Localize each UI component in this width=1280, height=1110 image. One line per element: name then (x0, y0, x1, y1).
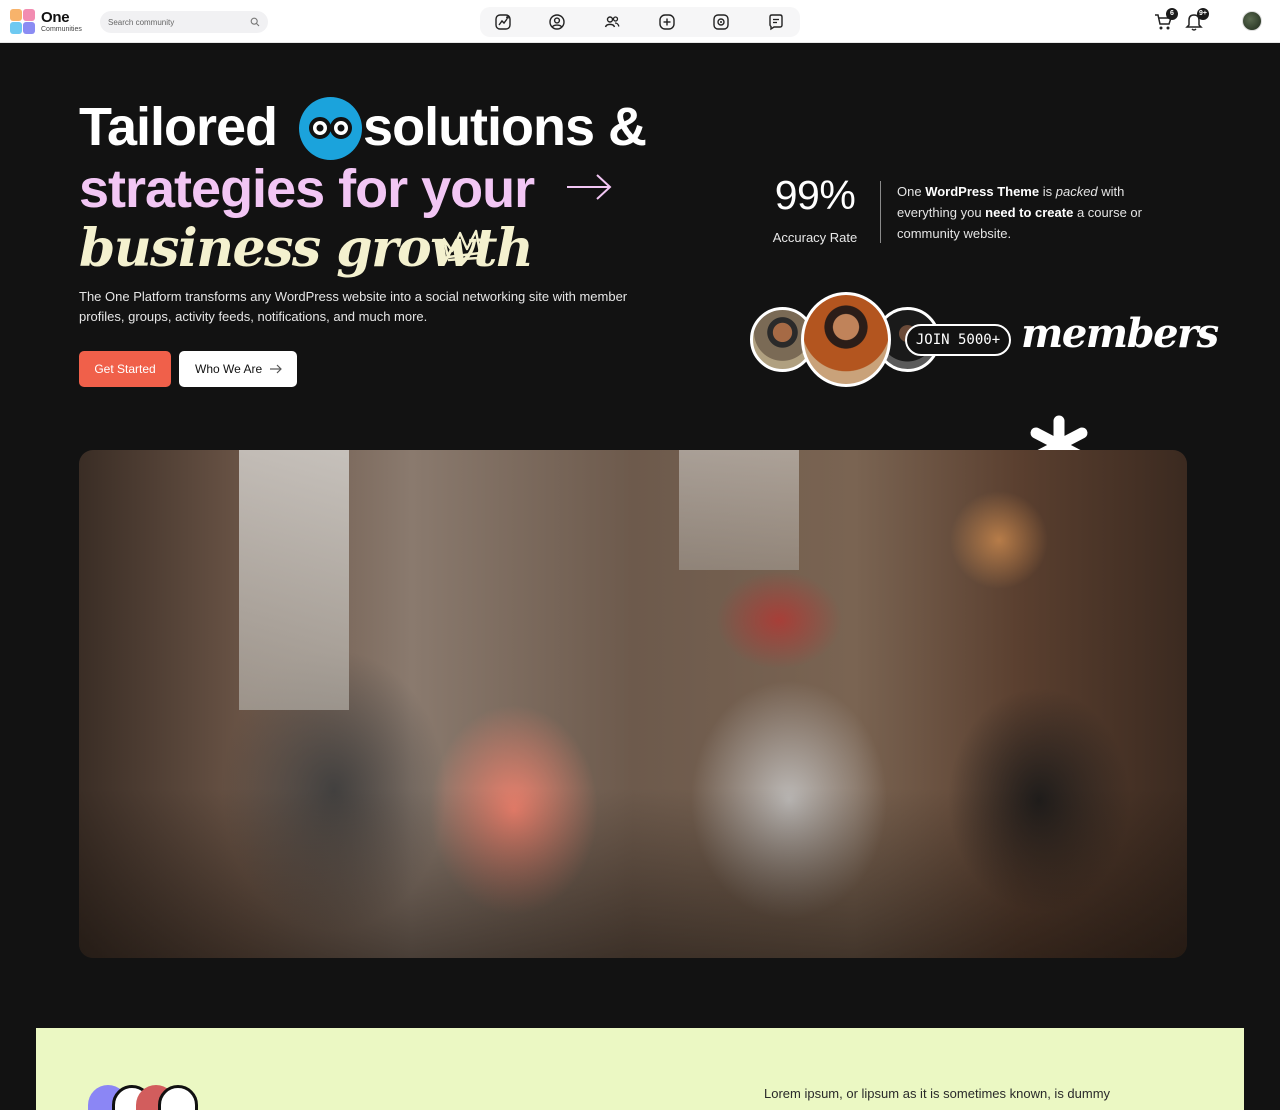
accuracy-label: Accuracy Rate (772, 230, 858, 245)
hero-title-line-1: Tailored solutions & (79, 96, 647, 158)
hero-title-line-2: strategies for your (79, 159, 535, 219)
crown-icon (442, 229, 482, 262)
lower-section: Lorem ipsum, or lipsum as it is sometime… (36, 1028, 1244, 1110)
theme-description: One WordPress Theme is packed with every… (897, 184, 1142, 241)
get-started-button[interactable]: Get Started (79, 351, 171, 387)
header-actions: 6 9+ (1152, 8, 1264, 36)
lower-section-text: Lorem ipsum, or lipsum as it is sometime… (764, 1086, 1111, 1101)
main-nav (480, 7, 800, 37)
stat-divider (880, 181, 881, 243)
community-group-photo (79, 450, 1187, 958)
cart-button[interactable]: 6 (1152, 8, 1178, 32)
cart-count-badge: 6 (1166, 8, 1178, 20)
activity-icon[interactable] (494, 13, 512, 31)
arrow-right-icon (270, 364, 282, 374)
who-we-are-label: Who We Are (195, 362, 263, 376)
brand-tagline: Communities (41, 26, 82, 33)
site-logo[interactable]: One Communities (10, 8, 92, 36)
notifications-count-badge: 9+ (1197, 8, 1209, 20)
logo-mark-icon (10, 9, 36, 35)
notifications-button[interactable]: 9+ (1183, 8, 1209, 32)
hero-title-word-tailored: Tailored (79, 97, 278, 157)
brand-name: One (41, 9, 70, 26)
groups-icon[interactable] (603, 13, 621, 31)
user-avatar[interactable] (1242, 11, 1262, 31)
camera-icon[interactable] (712, 13, 730, 31)
search-box (100, 11, 268, 33)
member-avatar (801, 292, 891, 387)
eyes-icon (299, 97, 362, 160)
top-bar: One Communities Search community 6 9+ (0, 0, 1280, 43)
add-icon[interactable] (658, 13, 676, 31)
search-input[interactable] (108, 15, 238, 29)
hero-title-solutions: solutions & (363, 97, 647, 157)
arrow-right-icon (567, 174, 612, 200)
accuracy-value: 99% (774, 172, 856, 218)
hero-description: The One Platform transforms any WordPres… (79, 289, 628, 324)
profile-icon[interactable] (548, 13, 566, 31)
search-icon[interactable] (250, 17, 260, 27)
forums-icon[interactable] (767, 13, 785, 31)
join-members-badge[interactable]: JOIN 5000+ (905, 324, 1011, 356)
who-we-are-button[interactable]: Who We Are (179, 351, 297, 387)
members-heading: members (1021, 310, 1219, 357)
